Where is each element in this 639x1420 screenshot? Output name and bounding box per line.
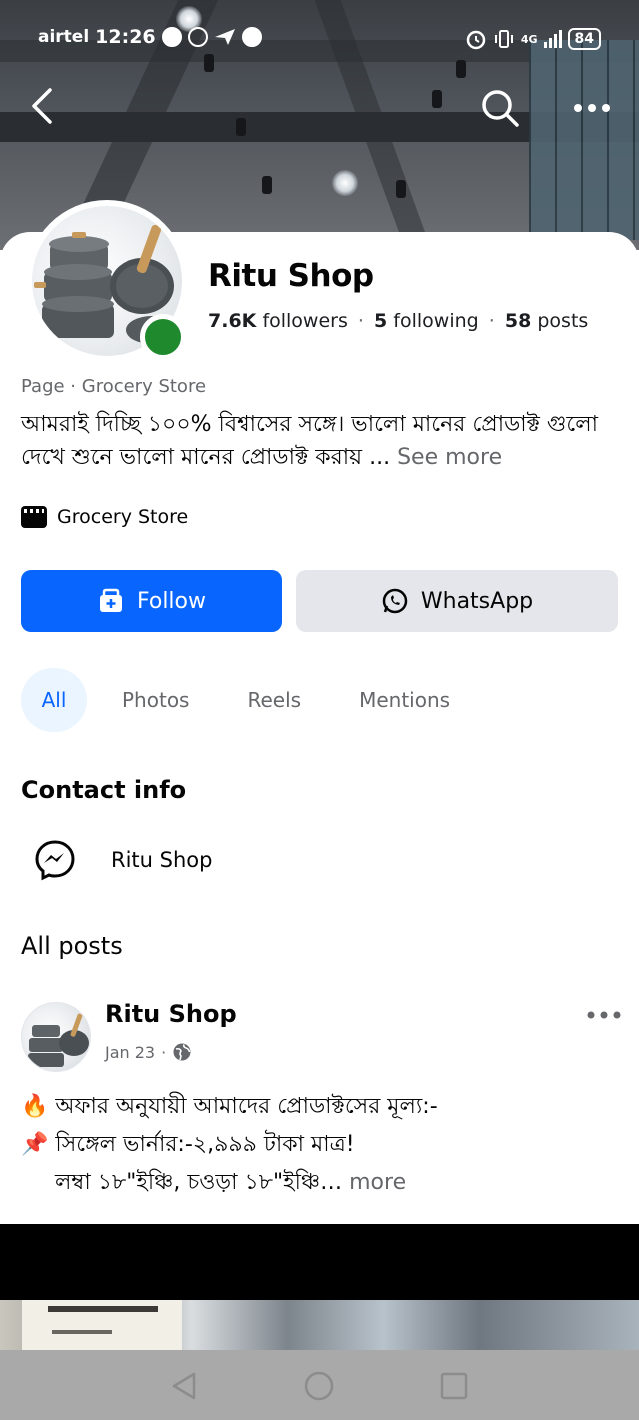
page-category-line: Page · Grocery Store [21, 376, 207, 397]
alarm-icon [466, 30, 486, 50]
post-text: 🔥 অফার অনুযায়ী আমাদের প্রোডাক্টসের মূল্… [21, 1088, 621, 1202]
clock: 12:26 [95, 26, 156, 48]
messenger-contact[interactable]: Ritu Shop [33, 838, 212, 882]
fire-emoji-icon: 🔥 [21, 1094, 49, 1119]
vibrate-icon [494, 30, 513, 48]
whatsapp-button[interactable]: WhatsApp [296, 570, 618, 632]
follow-label: Follow [136, 588, 206, 614]
messenger-notification-icon [161, 27, 182, 47]
search-button[interactable] [478, 86, 520, 128]
follow-button[interactable]: Follow [21, 570, 282, 632]
post-line-3: লম্বা ১৮"ইঞ্চি, চওড়া ১৮"ইঞ্চি… more [55, 1170, 407, 1195]
pushpin-emoji-icon: 📌 [21, 1132, 49, 1157]
more-horizontal-icon [574, 104, 610, 112]
bio-text: আমরাই দিচ্ছি ১০০% বিশ্বাসের সঙ্গে। ভালো … [21, 412, 599, 470]
posts-label: posts [537, 310, 589, 332]
system-navigation-bar [0, 1350, 639, 1420]
tab-all[interactable]: All [21, 668, 87, 732]
battery-indicator: 84 [567, 28, 601, 50]
send-notification-icon [214, 29, 235, 45]
post-avatar-image [28, 1013, 89, 1067]
globe-icon [173, 1043, 191, 1061]
carrier-label: airtel [38, 27, 90, 47]
post-author-avatar[interactable] [21, 1002, 91, 1072]
tab-mentions[interactable]: Mentions [330, 668, 479, 732]
whatsapp-icon [382, 588, 408, 614]
followers-label[interactable]: followers [262, 310, 347, 332]
post-date[interactable]: Jan 23 [105, 1043, 155, 1062]
page-bio: আমরাই দিচ্ছি ১০০% বিশ্বাসের সঙ্গে। ভালো … [21, 408, 625, 474]
whatsapp-label: WhatsApp [420, 588, 534, 614]
status-bar: airtel 12:26 4G 84 [0, 22, 639, 58]
arrow-left-icon [32, 88, 52, 124]
online-status-dot [140, 314, 186, 360]
post-line-1: 🔥 অফার অনুযায়ী আমাদের প্রোডাক্টসের মূল্… [21, 1094, 438, 1119]
post-more-button[interactable] [584, 1000, 624, 1030]
post-line-2: 📌 সিঙ্গেল ভার্নার:-২,৯৯৯ টাকা মাত্র! [21, 1132, 355, 1157]
search-icon [482, 90, 519, 127]
category-row: Grocery Store [21, 506, 188, 528]
network-type: 4G [520, 32, 538, 46]
facebook-notification-icon [241, 27, 262, 47]
following-count[interactable]: 5 [374, 310, 387, 332]
signal-icon [543, 30, 562, 48]
status-left: airtel 12:26 [38, 26, 262, 48]
posts-count: 58 [504, 310, 532, 332]
business-card-image [22, 1300, 182, 1350]
page-title: Ritu Shop [208, 258, 374, 294]
follow-page-icon [99, 588, 122, 612]
page-stats: 7.6K followers · 5 following · 58 posts [208, 310, 589, 332]
followers-count[interactable]: 7.6K [208, 310, 256, 332]
nav-back-icon[interactable] [168, 1370, 200, 1402]
post-media-thumbnail [0, 1300, 639, 1350]
nav-recents-icon[interactable] [438, 1370, 470, 1402]
contact-info-heading: Contact info [21, 776, 187, 804]
clapperboard-icon [21, 506, 47, 528]
following-label[interactable]: following [393, 310, 478, 332]
messenger-icon [35, 840, 75, 881]
post-meta: Jan 23 · [105, 1042, 192, 1062]
messenger-notification-icon-2 [187, 27, 208, 47]
nav-home-icon[interactable] [303, 1370, 335, 1402]
more-options-button[interactable] [570, 88, 614, 128]
post-media[interactable] [0, 1224, 639, 1350]
post-author-name[interactable]: Ritu Shop [105, 1000, 237, 1028]
all-posts-heading: All posts [21, 932, 123, 960]
profile-tabs: All Photos Reels Mentions [21, 668, 479, 732]
messenger-name: Ritu Shop [111, 848, 213, 872]
more-horizontal-icon [587, 1011, 621, 1019]
tab-reels[interactable]: Reels [218, 668, 330, 732]
category-label: Grocery Store [57, 506, 189, 528]
back-button[interactable] [24, 86, 64, 126]
tab-photos[interactable]: Photos [93, 668, 218, 732]
post-see-more-link[interactable]: more [349, 1170, 406, 1195]
status-right: 4G 84 [465, 28, 601, 50]
see-more-link[interactable]: See more [397, 445, 502, 470]
